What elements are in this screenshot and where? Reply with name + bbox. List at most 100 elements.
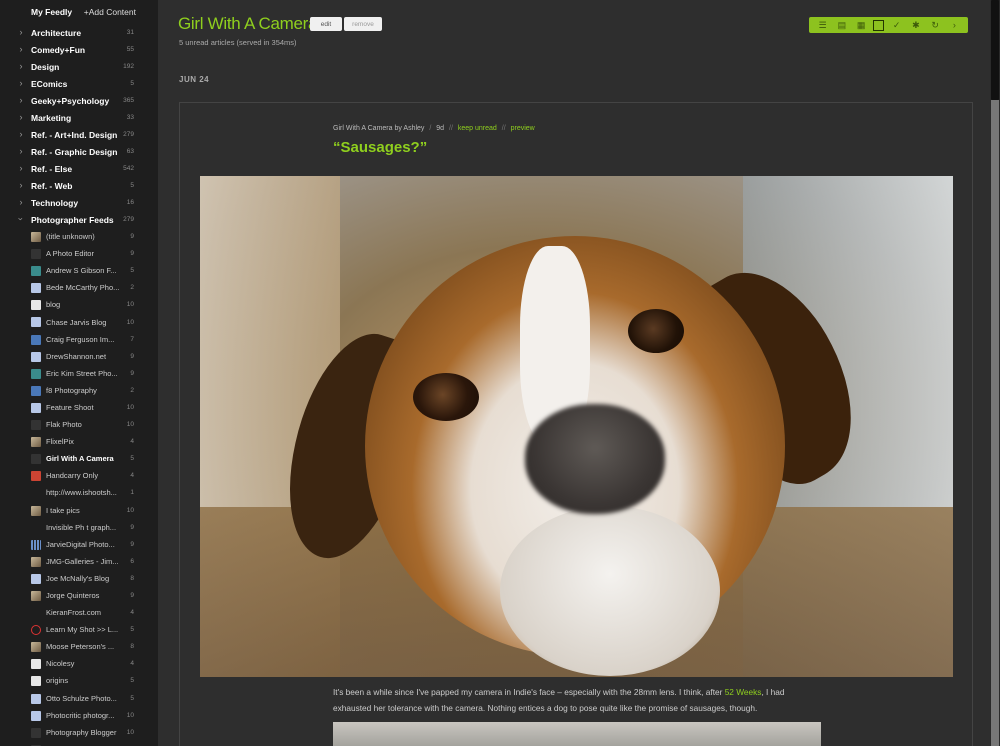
sidebar-category[interactable]: › Ref. - Else 542: [0, 160, 158, 177]
sidebar-feed-item[interactable]: Craig Ferguson Im... 7: [0, 331, 158, 348]
sidebar-category[interactable]: › Architecture 31: [0, 24, 158, 41]
scrollbar-track[interactable]: [991, 100, 999, 746]
unread-count: 4: [130, 438, 134, 446]
magazine-view-icon[interactable]: ▤: [835, 18, 849, 32]
sidebar-category[interactable]: › Ref. - Art+Ind. Design 279: [0, 126, 158, 143]
sidebar-feed-item[interactable]: I take pics 10: [0, 502, 158, 519]
unread-count: 2: [130, 386, 134, 394]
feed-label: Moose Peterson's ...: [46, 642, 115, 652]
c-logo-icon: [31, 334, 41, 345]
white-square-icon: [31, 676, 41, 687]
sidebar-feed-item[interactable]: Feature Shoot 10: [0, 399, 158, 416]
sidebar-feed-item[interactable]: Photography Blogger 10: [0, 724, 158, 741]
sidebar-feed-item[interactable]: Girl With A Camera 5: [0, 450, 158, 467]
sidebar-category[interactable]: › Comedy+Fun 55: [0, 41, 158, 58]
unread-count: 10: [126, 506, 134, 514]
sidebar-feed-item[interactable]: Photography By Zac...1: [0, 741, 158, 746]
chevron-right-icon[interactable]: ›: [17, 27, 25, 37]
full-article-view-icon[interactable]: [873, 19, 885, 31]
sidebar-category[interactable]: › EComics 5: [0, 75, 158, 92]
article-title[interactable]: “Sausages?”: [333, 139, 427, 156]
sidebar-category[interactable]: › Geeky+Psychology 365: [0, 92, 158, 109]
chevron-right-icon[interactable]: ›: [17, 112, 25, 122]
sidebar-feed-item[interactable]: Joe McNally's Blog 8: [0, 570, 158, 587]
sidebar-feed-item[interactable]: origins 5: [0, 672, 158, 689]
sidebar-feed-item[interactable]: Flak Photo 10: [0, 416, 158, 433]
settings-gear-icon[interactable]: ✱: [909, 18, 923, 32]
sidebar-category[interactable]: › Ref. - Graphic Design 63: [0, 143, 158, 160]
sidebar-category[interactable]: › Technology 16: [0, 194, 158, 211]
sidebar-category[interactable]: › Design 192: [0, 58, 158, 75]
k-logo-icon: [31, 368, 41, 379]
sidebar-feed-item[interactable]: A Photo Editor 9: [0, 245, 158, 262]
article-source[interactable]: Girl With A Camera by Ashley: [333, 125, 424, 132]
sidebar-feed-item[interactable]: KieranFrost.com 4: [0, 604, 158, 621]
photo-icon: [31, 642, 41, 653]
sidebar-feed-item[interactable]: Learn My Shot >> L... 5: [0, 621, 158, 638]
52-weeks-link[interactable]: 52 Weeks: [725, 687, 762, 697]
sidebar-feed-item[interactable]: JMG-Galleries - Jim... 6: [0, 553, 158, 570]
sidebar-feed-item[interactable]: Invisible Ph t graph... 9: [0, 519, 158, 536]
unread-count: 1: [130, 489, 134, 497]
sidebar-category[interactable]: › Photographer Feeds 279: [0, 211, 158, 228]
next-arrow-icon[interactable]: ›: [947, 18, 961, 32]
chevron-right-icon[interactable]: ›: [17, 180, 25, 190]
sidebar-feed-item[interactable]: f8 Photography 2: [0, 382, 158, 399]
titles-view-icon[interactable]: ☰: [816, 18, 830, 32]
my-feedly-link[interactable]: My Feedly: [31, 7, 72, 17]
meta-separator: //: [501, 125, 506, 132]
chevron-right-icon[interactable]: ›: [17, 146, 25, 156]
sidebar-feed-item[interactable]: FlixelPix 4: [0, 433, 158, 450]
unread-count: 542: [123, 165, 134, 172]
scrollbar[interactable]: [990, 0, 1000, 746]
sidebar-feed-item[interactable]: blog 10: [0, 296, 158, 313]
article-photo: [200, 176, 953, 677]
cards-view-icon[interactable]: ▦: [854, 18, 868, 32]
refresh-icon[interactable]: ↻: [928, 18, 942, 32]
unread-count: 63: [126, 148, 134, 155]
feed-label: I take pics: [46, 505, 80, 515]
keep-unread-link[interactable]: keep unread: [458, 125, 497, 132]
sidebar-feed-item[interactable]: Chase Jarvis Blog 10: [0, 313, 158, 330]
chevron-right-icon[interactable]: ›: [17, 78, 25, 88]
chevron-right-icon[interactable]: ›: [17, 129, 25, 139]
mark-all-read-icon[interactable]: ✓: [890, 18, 904, 32]
sidebar-feed-item[interactable]: Nicolesy 4: [0, 655, 158, 672]
chevron-right-icon[interactable]: ›: [17, 95, 25, 105]
unread-count: 9: [130, 592, 134, 600]
sidebar-feed-item[interactable]: Handcarry Only 4: [0, 467, 158, 484]
sidebar-feed-item[interactable]: Moose Peterson's ... 8: [0, 638, 158, 655]
chevron-down-icon[interactable]: ›: [16, 215, 26, 223]
unread-count: 16: [126, 199, 134, 206]
sidebar-feed-item[interactable]: http://www.ishootsh... 1: [0, 484, 158, 501]
remove-button[interactable]: remove: [344, 17, 382, 31]
unread-count: 10: [126, 403, 134, 411]
sidebar-feed-item[interactable]: (title unknown) 9: [0, 228, 158, 245]
chevron-right-icon[interactable]: ›: [17, 197, 25, 207]
add-content-link[interactable]: +Add Content: [84, 7, 136, 17]
sidebar-category[interactable]: › Marketing 33: [0, 109, 158, 126]
chevron-right-icon[interactable]: ›: [17, 163, 25, 173]
feed-title[interactable]: Girl With A Camera: [178, 14, 317, 34]
chevron-right-icon[interactable]: ›: [17, 61, 25, 71]
category-label: EComics: [31, 78, 68, 89]
sidebar-category[interactable]: › Ref. - Web 5: [0, 177, 158, 194]
sidebar-feed-item[interactable]: DrewShannon.net 9: [0, 348, 158, 365]
edit-button[interactable]: edit: [310, 17, 342, 31]
sidebar-feed-item[interactable]: Photocritic photogr... 10: [0, 707, 158, 724]
sidebar-feed-item[interactable]: Bede McCarthy Pho... 2: [0, 279, 158, 296]
sidebar-feed-item[interactable]: Eric Kim Street Pho... 9: [0, 365, 158, 382]
chevron-right-icon[interactable]: ›: [17, 44, 25, 54]
default-feed-icon: [31, 693, 41, 704]
scrollbar-thumb[interactable]: [991, 0, 999, 100]
sidebar-feed-item[interactable]: Otto Schulze Photo... 5: [0, 690, 158, 707]
r-logo-icon: [31, 249, 41, 260]
sidebar-feed-item[interactable]: Jorge Quinteros 9: [0, 587, 158, 604]
sidebar-feed-item[interactable]: Andrew S Gibson F... 5: [0, 262, 158, 279]
main-content: Girl With A Camera edit remove 5 unread …: [158, 0, 990, 746]
preview-link[interactable]: preview: [511, 125, 535, 132]
feed-label: Andrew S Gibson F...: [46, 266, 117, 276]
article-body: It's been a while since I've papped my c…: [333, 687, 785, 713]
sidebar-feed-item[interactable]: JarvieDigital Photo... 9: [0, 536, 158, 553]
unread-count: 5: [130, 80, 134, 87]
